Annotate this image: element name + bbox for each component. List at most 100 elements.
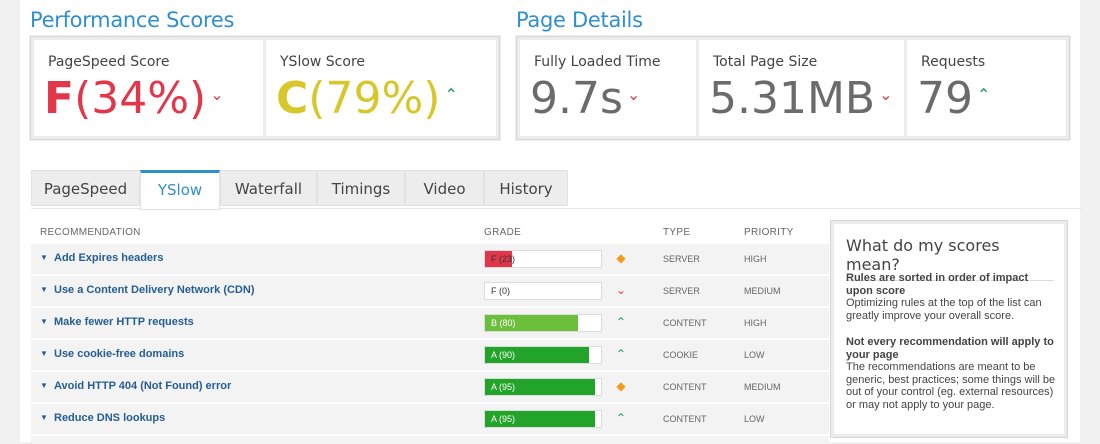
priority-cell: MEDIUM [744, 286, 781, 296]
chevron-down-icon: ⌄ [615, 283, 627, 297]
chevron-up-icon: ⌃ [615, 315, 627, 329]
priority-cell: LOW [744, 350, 765, 360]
grade-label: A (90) [491, 350, 516, 360]
caret-down-icon[interactable]: ▼ [40, 285, 48, 294]
grade-label: A (95) [491, 414, 516, 424]
caret-down-icon[interactable]: ▼ [40, 349, 48, 358]
grade-label: A (95) [491, 382, 516, 392]
type-cell: CONTENT [663, 318, 707, 328]
grade-label: B (80) [491, 318, 516, 328]
yslow-score-label: YSlow Score [280, 54, 366, 70]
pagespeed-grade-letter: F [44, 73, 75, 124]
page-details-title: Page Details [516, 8, 643, 32]
performance-scores-title: Performance Scores [30, 8, 235, 32]
help-block-impact-title: Rules are sorted in order of impact upon… [846, 272, 1029, 297]
caret-down-icon[interactable]: ▼ [40, 413, 48, 422]
scores-help-panel: What do my scores mean? Rules are sorted… [830, 220, 1068, 438]
tab-video[interactable]: Video [405, 170, 484, 206]
table-row[interactable]: ▼ Add Expires headers F (23) ◆ SERVER HI… [31, 243, 829, 274]
report-tabs: PageSpeed YSlow Waterfall Timings Video … [31, 170, 589, 210]
help-block-impact-text: Optimizing rules at the top of the list … [846, 297, 1042, 322]
header-type: TYPE [663, 227, 691, 238]
type-cell: CONTENT [663, 414, 707, 424]
table-row[interactable]: ▼ Avoid HTTP 404 (Not Found) error A (95… [31, 371, 829, 402]
table-row[interactable]: ▼ Reduce DNS lookups A (95) ⌃ CONTENT LO… [31, 403, 829, 434]
page-size-card: Total Page Size 5.31MB ⌄ [699, 40, 904, 136]
grade-bar: A (90) [484, 346, 602, 364]
pagespeed-percent: (34%) [74, 73, 207, 124]
chevron-down-icon: ⌄ [210, 85, 224, 104]
grade-bar: F (0) [484, 282, 602, 300]
diamond-icon: ◆ [616, 251, 626, 265]
caret-down-icon[interactable]: ▼ [40, 317, 48, 326]
help-block-apply-text: The recommendations are meant to be gene… [846, 361, 1056, 411]
pagespeed-score-value: F(34%) ⌄ [44, 73, 224, 127]
grade-bar: B (80) [484, 314, 602, 332]
pagespeed-score-card: PageSpeed Score F(34%) ⌄ [34, 40, 263, 136]
chevron-up-icon: ⌃ [615, 347, 627, 361]
caret-down-icon[interactable]: ▼ [40, 253, 48, 262]
chevron-up-icon: ⌃ [615, 411, 627, 425]
recommendation-link[interactable]: Add Expires headers [54, 252, 163, 264]
page-size-label: Total Page Size [713, 54, 818, 70]
grade-label: F (23) [491, 254, 516, 264]
priority-cell: LOW [744, 414, 765, 424]
recommendation-link[interactable]: Use cookie-free domains [54, 348, 184, 360]
type-cell: SERVER [663, 254, 700, 264]
tab-history[interactable]: History [484, 170, 568, 206]
chevron-up-icon: ⌃ [444, 85, 458, 104]
help-block-apply: Not every recommendation will apply to y… [846, 336, 1056, 411]
fully-loaded-label: Fully Loaded Time [534, 54, 661, 70]
fully-loaded-text: 9.7s [530, 73, 623, 124]
diamond-icon: ◆ [616, 379, 626, 393]
table-row-partial [31, 435, 829, 444]
fully-loaded-card: Fully Loaded Time 9.7s ⌄ [520, 40, 696, 136]
recommendation-link[interactable]: Make fewer HTTP requests [54, 316, 194, 328]
requests-value: 79 ⌃ [917, 73, 990, 127]
fully-loaded-value: 9.7s ⌄ [530, 73, 640, 127]
type-cell: CONTENT [663, 382, 707, 392]
grade-bar: F (23) [484, 250, 602, 268]
page-size-text: 5.31MB [709, 73, 876, 124]
requests-card: Requests 79 ⌃ [907, 40, 1066, 136]
table-row[interactable]: ▼ Use cookie-free domains A (90) ⌃ COOKI… [31, 339, 829, 370]
caret-down-icon[interactable]: ▼ [40, 381, 48, 390]
yslow-score-card: YSlow Score C(79%) ⌃ [266, 40, 496, 136]
requests-label: Requests [921, 54, 986, 70]
page-size-value: 5.31MB ⌄ [709, 73, 893, 127]
report-page: Performance Scores PageSpeed Score F(34%… [20, 0, 1081, 444]
performance-scores-panel: PageSpeed Score F(34%) ⌄ YSlow Score C(79… [30, 36, 500, 140]
chevron-down-icon: ⌄ [879, 85, 893, 104]
grade-label: F (0) [491, 286, 510, 296]
yslow-score-value: C(79%) ⌃ [276, 73, 458, 127]
recommendation-link[interactable]: Reduce DNS lookups [54, 412, 165, 424]
tab-yslow[interactable]: YSlow [140, 170, 220, 210]
grade-bar: A (95) [484, 378, 602, 396]
requests-text: 79 [917, 73, 973, 124]
table-row[interactable]: ▼ Make fewer HTTP requests B (80) ⌃ CONT… [31, 307, 829, 338]
recommendation-link[interactable]: Avoid HTTP 404 (Not Found) error [54, 380, 231, 392]
tab-pagespeed[interactable]: PageSpeed [31, 170, 140, 206]
grade-bar: A (95) [484, 410, 602, 428]
recommendation-link[interactable]: Use a Content Delivery Network (CDN) [54, 284, 255, 296]
page-details-panel: Fully Loaded Time 9.7s ⌄ Total Page Size … [516, 36, 1070, 140]
header-priority: PRIORITY [744, 227, 794, 238]
chevron-down-icon: ⌄ [626, 85, 641, 104]
priority-cell: MEDIUM [744, 382, 781, 392]
header-recommendation: RECOMMENDATION [40, 227, 141, 238]
pagespeed-score-label: PageSpeed Score [48, 54, 170, 70]
chevron-up-icon: ⌃ [977, 85, 991, 104]
yslow-grade-letter: C [276, 73, 309, 124]
help-block-apply-title: Not every recommendation will apply to y… [846, 336, 1054, 361]
priority-cell: HIGH [744, 318, 767, 328]
type-cell: COOKIE [663, 350, 699, 360]
yslow-percent: (79%) [308, 73, 441, 124]
scores-help-content: What do my scores mean? Rules are sorted… [834, 224, 1064, 434]
header-grade: GRADE [484, 227, 522, 238]
table-row[interactable]: ▼ Use a Content Delivery Network (CDN) F… [31, 275, 829, 306]
tab-waterfall[interactable]: Waterfall [220, 170, 317, 206]
priority-cell: HIGH [744, 254, 767, 264]
table-header: RECOMMENDATION GRADE TYPE PRIORITY [31, 219, 829, 243]
help-block-impact: Rules are sorted in order of impact upon… [846, 272, 1056, 322]
tab-timings[interactable]: Timings [317, 170, 405, 206]
